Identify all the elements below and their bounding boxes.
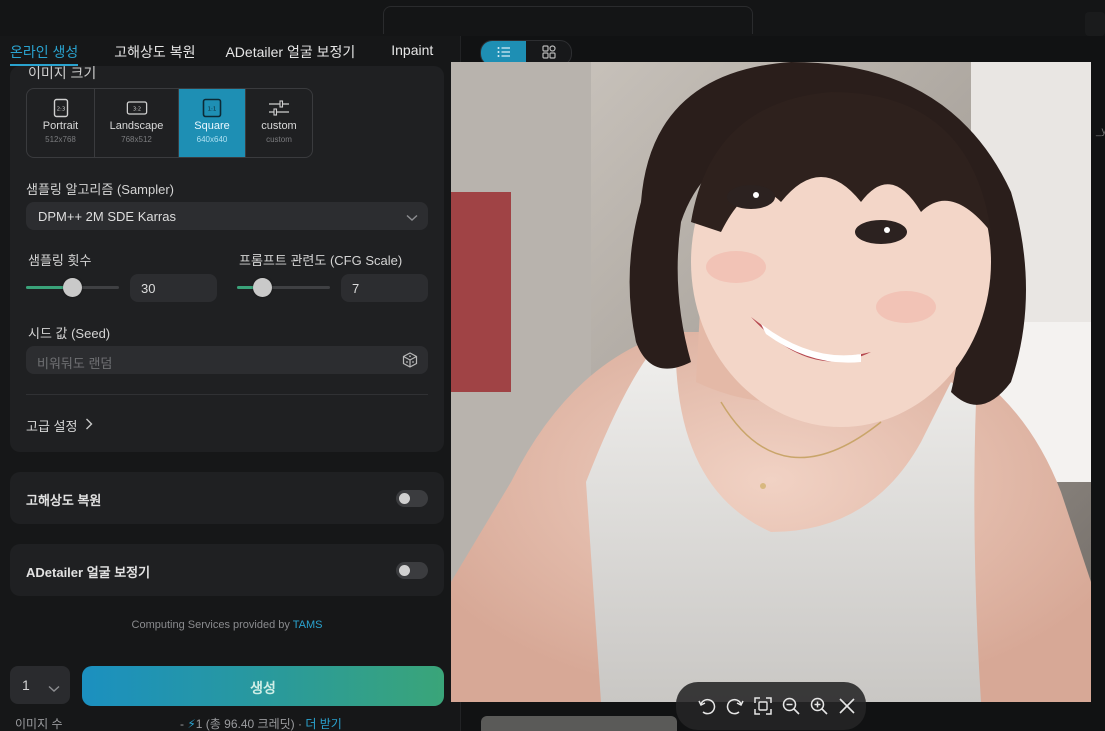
slider-handle[interactable] [253,278,273,297]
provider-credit: Computing Services provided by TAMS [0,619,454,631]
size-option-name: Square [194,120,230,132]
steps-input[interactable]: 30 [130,274,217,302]
chevron-down-icon [406,210,418,225]
sampler-label: 샘플링 알고리즘 (Sampler) [26,182,175,197]
seed-input[interactable]: 비워둬도 랜덤 [26,346,428,374]
hires-restore-switch[interactable] [396,490,428,507]
settings-panel: 이미지 크기 2:3 Portrait 512x768 3:2 Landscap… [0,65,460,731]
cfg-scale-label: 프롬프트 관련도 (CFG Scale) [239,253,403,268]
truncated-side-text: _yu [1096,126,1105,137]
get-more-credits-link[interactable]: 더 받기 [305,717,341,731]
mode-tabs: 온라인 생성 고해상도 복원 ADetailer 얼굴 보정기 Inpaint [0,36,460,66]
zoom-in-icon[interactable] [808,695,830,717]
result-thumbnail[interactable] [481,716,677,731]
tams-link[interactable]: TAMS [293,619,323,631]
image-viewer-toolbar [676,682,866,730]
cfg-scale-input[interactable]: 7 [341,274,428,302]
size-option-portrait[interactable]: 2:3 Portrait 512x768 [27,89,95,157]
close-icon[interactable] [836,695,858,717]
size-option-custom[interactable]: custom custom [246,89,312,157]
square-frame-icon: 1:1 [201,98,223,118]
provider-credit-text: Computing Services provided by [131,619,293,631]
adetailer-label: ADetailer 얼굴 보정기 [26,565,151,580]
landscape-frame-icon: 3:2 [126,98,148,118]
dice-icon[interactable] [402,352,418,371]
size-option-landscape[interactable]: 3:2 Landscape 768x512 [95,89,179,157]
advanced-settings-label: 고급 설정 [26,419,78,434]
list-icon [497,45,511,63]
sampler-value: DPM++ 2M SDE Karras [38,209,176,224]
steps-label: 샘플링 횟수 [28,253,92,268]
tab-hires-restore[interactable]: 고해상도 복원 [114,36,195,66]
chevron-right-icon [85,418,93,433]
tab-adetailer[interactable]: ADetailer 얼굴 보정기 [225,36,355,66]
svg-text:2:3: 2:3 [56,107,65,113]
seed-placeholder: 비워둬도 랜덤 [37,356,113,371]
size-option-name: Landscape [109,120,164,132]
top-bar [0,0,1105,36]
divider [26,394,428,395]
generation-settings-card: 이미지 크기 2:3 Portrait 512x768 3:2 Landscap… [10,65,444,452]
fit-screen-icon[interactable] [752,695,774,717]
credit-info: - ⚡1 (총 96.40 크레딧) · 더 받기 [180,715,342,731]
hires-restore-card: 고해상도 복원 [10,472,444,524]
size-option-dims: custom [266,135,292,144]
size-option-name: Portrait [42,120,79,132]
steps-slider[interactable] [26,277,119,297]
grid-icon [541,44,556,64]
image-size-label: 이미지 크기 [28,65,97,81]
chevron-down-icon [48,680,60,696]
slider-handle[interactable] [62,278,82,297]
generated-image-canvas [451,62,1091,702]
image-size-selector: 2:3 Portrait 512x768 3:2 Landscape 768x5… [26,88,313,158]
portrait-frame-icon: 2:3 [50,98,72,118]
generated-image[interactable] [451,62,1091,702]
tab-online-generate[interactable]: 온라인 생성 [10,36,79,66]
credit-total: (총 96.40 크레딧) · [202,717,306,731]
switch-knob [399,565,410,576]
top-right-control[interactable] [1085,12,1105,36]
hires-restore-label: 고해상도 복원 [26,493,102,508]
adetailer-switch[interactable] [396,562,428,579]
cfg-scale-slider[interactable] [237,277,330,297]
svg-text:1:1: 1:1 [208,107,217,113]
size-option-dims: 768x512 [121,135,152,144]
sampler-select[interactable]: DPM++ 2M SDE Karras [26,202,428,230]
generate-button[interactable]: 생성 [82,666,444,706]
sliders-icon [268,98,290,118]
svg-text:3:2: 3:2 [132,106,140,112]
top-search-area[interactable] [383,6,753,34]
rotate-left-icon[interactable] [696,695,718,717]
seed-label: 시드 값 (Seed) [28,326,111,341]
image-count-select[interactable]: 1 [10,666,70,704]
image-count-label: 이미지 수 [15,717,63,731]
size-option-square[interactable]: 1:1 Square 640x640 [179,89,246,157]
switch-knob [399,493,410,504]
size-option-dims: 512x768 [45,135,76,144]
lightning-icon: ⚡ [187,717,196,731]
tab-inpaint[interactable]: Inpaint [391,36,433,66]
advanced-settings-toggle[interactable]: 고급 설정 [26,416,93,435]
size-option-dims: 640x640 [196,135,228,144]
image-count-value: 1 [22,677,30,693]
size-option-name: custom [261,120,297,132]
zoom-out-icon[interactable] [780,695,802,717]
adetailer-card: ADetailer 얼굴 보정기 [10,544,444,596]
rotate-right-icon[interactable] [724,695,746,717]
